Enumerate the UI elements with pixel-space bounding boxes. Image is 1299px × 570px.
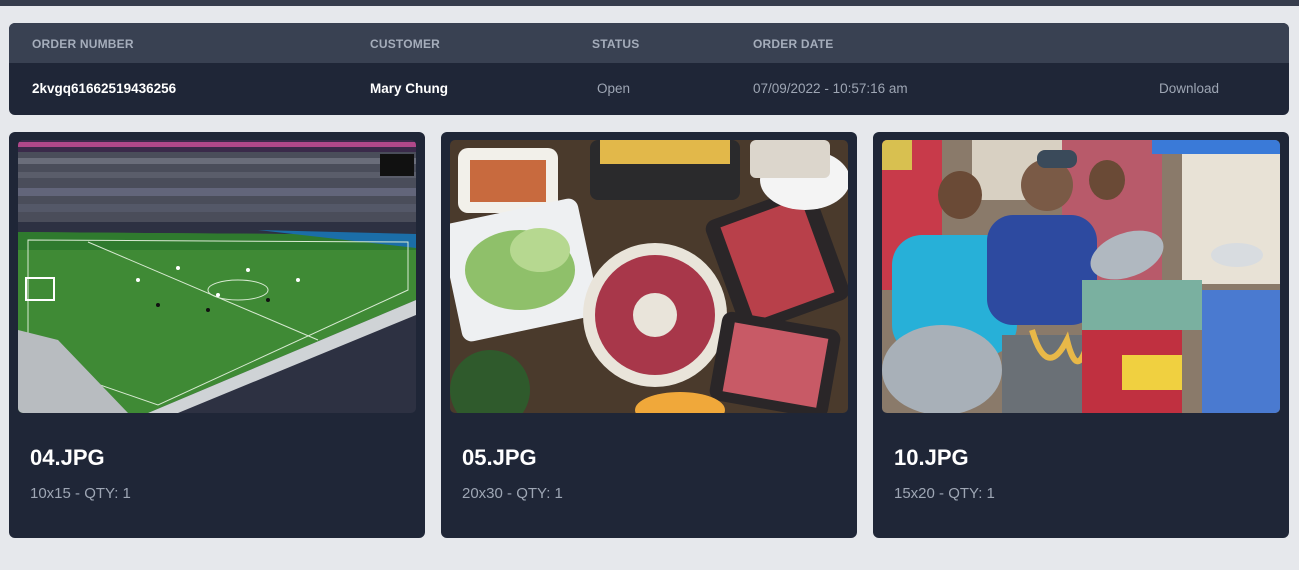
meat-image <box>450 140 848 413</box>
customer-value: Mary Chung <box>370 81 449 96</box>
photo-card[interactable]: 04.JPG 10x15 - QTY: 1 <box>9 132 425 538</box>
top-bar <box>0 0 1299 6</box>
stadium-image <box>18 140 416 413</box>
photo-thumbnail-street-food[interactable] <box>882 140 1280 413</box>
order-table: ORDER NUMBER CUSTOMER STATUS ORDER DATE … <box>9 23 1289 115</box>
photo-card[interactable]: 10.JPG 15x20 - QTY: 1 <box>873 132 1289 538</box>
header-status: STATUS <box>592 37 640 51</box>
photo-details: 10x15 - QTY: 1 <box>30 485 131 502</box>
photo-card[interactable]: 05.JPG 20x30 - QTY: 1 <box>441 132 857 538</box>
photo-details: 15x20 - QTY: 1 <box>894 485 995 502</box>
header-customer: CUSTOMER <box>370 37 441 51</box>
download-link[interactable]: Download <box>1159 81 1219 96</box>
photo-thumbnail-stadium[interactable] <box>18 140 416 413</box>
header-order-number: ORDER NUMBER <box>32 37 134 51</box>
order-date-value: 07/09/2022 - 10:57:16 am <box>753 81 908 96</box>
photo-filename: 05.JPG <box>462 445 537 470</box>
status-value: Open <box>597 81 631 96</box>
photo-filename: 04.JPG <box>30 445 105 470</box>
table-row: 2kvgq61662519436256 Mary Chung Open 07/0… <box>9 63 1289 115</box>
street-food-image <box>882 140 1280 413</box>
photo-details: 20x30 - QTY: 1 <box>462 485 563 502</box>
photo-thumbnail-meat[interactable] <box>450 140 848 413</box>
table-header: ORDER NUMBER CUSTOMER STATUS ORDER DATE <box>9 23 1289 63</box>
photo-filename: 10.JPG <box>894 445 969 470</box>
order-number-value: 2kvgq61662519436256 <box>32 81 177 96</box>
header-order-date: ORDER DATE <box>753 37 834 51</box>
